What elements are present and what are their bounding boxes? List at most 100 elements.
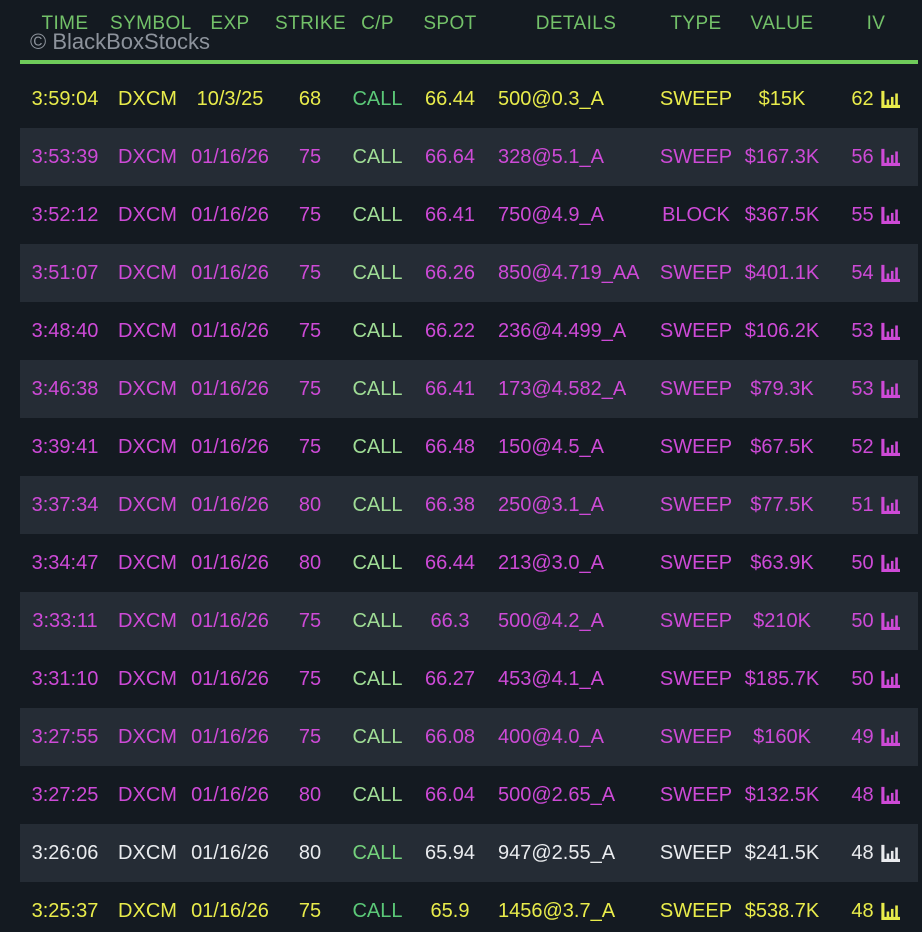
bar-chart-icon[interactable] [880, 844, 901, 863]
cell-strike: 80 [298, 783, 322, 806]
cell-exp: 01/16/26 [191, 377, 269, 400]
cell-spot: 66.44 [424, 551, 476, 574]
cell-value: $210K [753, 609, 811, 632]
cell-spot: 66.27 [424, 667, 476, 690]
column-header-symbol[interactable]: SYMBOL [110, 13, 191, 35]
bar-chart-icon[interactable] [880, 148, 901, 167]
cell-type: SWEEP [659, 783, 733, 806]
cell-exp: 01/16/26 [191, 203, 269, 226]
cell-details: 750@4.9_A [498, 203, 604, 226]
cell-details: 400@4.0_A [498, 725, 604, 748]
column-header-type[interactable]: TYPE [662, 13, 730, 35]
cell-details: 250@3.1_A [498, 493, 604, 516]
cell-type: SWEEP [659, 667, 733, 690]
table-body: 3:59:04 DXCM 10/3/25 68 CALL 66.44 500@0.3_A SW… [20, 70, 918, 932]
cell-type: SWEEP [659, 493, 733, 516]
cell-symbol: DXCM [118, 899, 177, 922]
column-header-spot[interactable]: SPOT [410, 13, 490, 35]
cell-symbol: DXCM [118, 551, 177, 574]
table-row[interactable]: 3:27:25 DXCM 01/16/26 80 CALL 66.04 500@2.65_A… [20, 766, 918, 824]
table-row[interactable]: 3:52:12 DXCM 01/16/26 75 CALL 66.41 750@4.9_A B… [20, 186, 918, 244]
bar-chart-icon[interactable] [880, 670, 901, 689]
column-header-exp[interactable]: EXP [185, 13, 275, 35]
cell-cp: CALL [352, 203, 403, 226]
iv-value: 50 [851, 609, 874, 632]
cell-iv: 53 [834, 302, 918, 360]
bar-chart-icon[interactable] [880, 264, 901, 283]
column-header-iv[interactable]: IV [834, 13, 918, 35]
cell-spot: 65.9 [430, 899, 470, 922]
cell-exp: 01/16/26 [191, 667, 269, 690]
cell-time: 3:46:38 [31, 377, 99, 400]
cell-value: $63.9K [750, 551, 814, 574]
cell-symbol: DXCM [118, 377, 177, 400]
cell-spot: 66.26 [424, 261, 476, 284]
bar-chart-icon[interactable] [880, 728, 901, 747]
column-header-time[interactable]: TIME [20, 13, 110, 35]
column-header-cp[interactable]: C/P [345, 13, 410, 35]
cell-iv: 49 [834, 708, 918, 766]
table-row[interactable]: 3:34:47 DXCM 01/16/26 80 CALL 66.44 213@3.0_A S… [20, 534, 918, 592]
cell-type: BLOCK [662, 203, 730, 226]
table-row[interactable]: 3:31:10 DXCM 01/16/26 75 CALL 66.27 453@4.1_A S… [20, 650, 918, 708]
cell-value: $538.7K [744, 899, 820, 922]
table-row[interactable]: 3:59:04 DXCM 10/3/25 68 CALL 66.44 500@0.3_A SW… [20, 70, 918, 128]
bar-chart-icon[interactable] [880, 438, 901, 457]
table-row[interactable]: 3:33:11 DXCM 01/16/26 75 CALL 66.3 500@4.2_A SW… [20, 592, 918, 650]
cell-type: SWEEP [659, 377, 733, 400]
cell-spot: 66.41 [424, 203, 476, 226]
cell-details: 850@4.719_AA [498, 261, 640, 284]
column-header-strike[interactable]: STRIKE [275, 13, 346, 35]
cell-exp: 01/16/26 [191, 609, 269, 632]
cell-strike: 75 [298, 145, 322, 168]
cell-spot: 66.3 [430, 609, 470, 632]
cell-value: $241.5K [744, 841, 820, 864]
cell-value: $367.5K [744, 203, 820, 226]
column-header-value[interactable]: VALUE [730, 13, 834, 35]
cell-iv: 53 [834, 360, 918, 418]
cell-symbol: DXCM [118, 667, 177, 690]
table-row[interactable]: 3:48:40 DXCM 01/16/26 75 CALL 66.22 236@4.499_… [20, 302, 918, 360]
cell-value: $67.5K [750, 435, 814, 458]
bar-chart-icon[interactable] [880, 554, 901, 573]
cell-exp: 01/16/26 [191, 435, 269, 458]
cell-value: $132.5K [744, 783, 820, 806]
cell-exp: 01/16/26 [191, 551, 269, 574]
table-row[interactable]: 3:46:38 DXCM 01/16/26 75 CALL 66.41 173@4.582_… [20, 360, 918, 418]
cell-value: $79.3K [750, 377, 814, 400]
cell-exp: 01/16/26 [191, 899, 269, 922]
bar-chart-icon[interactable] [880, 206, 901, 225]
table-row[interactable]: 3:39:41 DXCM 01/16/26 75 CALL 66.48 150@4.5_A S… [20, 418, 918, 476]
cell-symbol: DXCM [118, 493, 177, 516]
cell-strike: 75 [298, 899, 322, 922]
bar-chart-icon[interactable] [880, 902, 901, 921]
table-row[interactable]: 3:51:07 DXCM 01/16/26 75 CALL 66.26 850@4.719_… [20, 244, 918, 302]
bar-chart-icon[interactable] [880, 612, 901, 631]
column-header-details[interactable]: DETAILS [490, 13, 662, 35]
bar-chart-icon[interactable] [880, 90, 901, 109]
column-header-row: TIME SYMBOL EXP STRIKE C/P SPOT DETAILS TYPE VAL… [20, 0, 918, 35]
cell-exp: 01/16/26 [191, 725, 269, 748]
bar-chart-icon[interactable] [880, 496, 901, 515]
cell-symbol: DXCM [118, 841, 177, 864]
bar-chart-icon[interactable] [880, 322, 901, 341]
cell-type: SWEEP [659, 551, 733, 574]
cell-value: $160K [753, 725, 811, 748]
cell-details: 236@4.499_A [498, 319, 627, 342]
cell-details: 500@4.2_A [498, 609, 604, 632]
iv-value: 48 [851, 841, 874, 864]
cell-type: SWEEP [659, 725, 733, 748]
table-row[interactable]: 3:25:37 DXCM 01/16/26 75 CALL 65.9 1456@3.7_A S… [20, 882, 918, 932]
bar-chart-icon[interactable] [880, 786, 901, 805]
cell-time: 3:33:11 [32, 609, 98, 632]
bar-chart-icon[interactable] [880, 380, 901, 399]
cell-details: 453@4.1_A [498, 667, 604, 690]
cell-cp: CALL [352, 493, 403, 516]
table-row[interactable]: 3:37:34 DXCM 01/16/26 80 CALL 66.38 250@3.1_A S… [20, 476, 918, 534]
cell-spot: 65.94 [424, 841, 476, 864]
cell-value: $185.7K [744, 667, 820, 690]
table-row[interactable]: 3:26:06 DXCM 01/16/26 80 CALL 65.94 947@2.55_A… [20, 824, 918, 882]
table-row[interactable]: 3:53:39 DXCM 01/16/26 75 CALL 66.64 328@5.1_A S… [20, 128, 918, 186]
cell-cp: CALL [352, 667, 403, 690]
table-row[interactable]: 3:27:55 DXCM 01/16/26 75 CALL 66.08 400@4.0_A S… [20, 708, 918, 766]
